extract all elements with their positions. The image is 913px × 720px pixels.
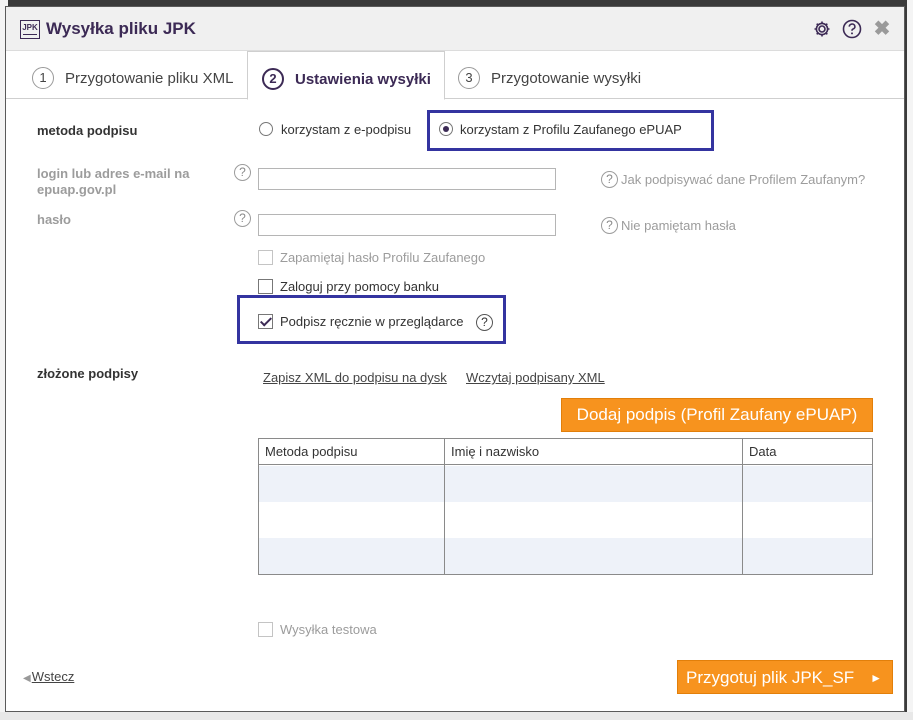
table-row xyxy=(259,538,872,574)
password-help-icon[interactable]: ? xyxy=(234,210,251,227)
back-link[interactable]: ◀Wstecz xyxy=(23,669,74,684)
table-row xyxy=(259,466,872,502)
close-icon[interactable]: ✖ xyxy=(872,19,892,39)
signatures-table: Metoda podpisu Imię i nazwisko Data xyxy=(258,438,873,575)
dialog-title: Wysyłka pliku JPK xyxy=(46,19,196,38)
help-icon[interactable] xyxy=(842,19,862,39)
sign-in-browser-help-icon[interactable]: ? xyxy=(476,314,493,331)
add-signature-button[interactable]: Dodaj podpis (Profil Zaufany ePUAP) xyxy=(561,398,873,432)
sign-in-browser-checkbox[interactable] xyxy=(258,314,273,329)
save-xml-link[interactable]: Zapisz XML do podpisu na dysk xyxy=(263,370,447,385)
arrow-right-icon: ► xyxy=(870,671,882,685)
password-input[interactable] xyxy=(258,214,556,236)
tab-label: Przygotowanie wysyłki xyxy=(491,70,642,87)
remember-password-label: Zapamiętaj hasło Profilu Zaufanego xyxy=(280,250,486,265)
forgot-password-link[interactable]: Nie pamiętam hasła xyxy=(621,218,736,233)
forgot-password-icon[interactable]: ? xyxy=(601,217,618,234)
prepare-jpk-button[interactable]: Przygotuj plik JPK_SF ► xyxy=(677,660,893,694)
column-divider xyxy=(742,439,743,574)
wizard-tabs: 1 Przygotowanie pliku XML 2 Ustawienia w… xyxy=(6,51,904,100)
tab-label: Ustawienia wysyłki xyxy=(295,71,431,88)
radio-trusted-profile[interactable] xyxy=(439,122,453,136)
login-help-icon[interactable]: ? xyxy=(234,164,251,181)
load-signed-xml-link[interactable]: Wczytaj podpisany XML xyxy=(466,370,605,385)
signature-method-label: metoda podpisu xyxy=(37,123,138,138)
dialog-titlebar: JPK Wysyłka pliku JPK ✖ xyxy=(6,7,904,51)
tab-number: 2 xyxy=(262,68,284,90)
profile-help-link[interactable]: Jak podpisywać dane Profilem Zaufanym? xyxy=(621,172,865,187)
bank-login-label[interactable]: Zaloguj przy pomocy banku xyxy=(280,279,439,294)
table-header: Metoda podpisu Imię i nazwisko Data xyxy=(259,439,872,465)
tab-number: 3 xyxy=(458,67,480,89)
radio-e-signature[interactable] xyxy=(259,122,273,136)
column-divider xyxy=(444,439,445,574)
background-right xyxy=(907,0,913,720)
password-label: hasło xyxy=(37,212,71,227)
test-send-label: Wysyłka testowa xyxy=(280,622,377,637)
jpk-logo-icon: JPK xyxy=(20,20,40,39)
profile-help-icon[interactable]: ? xyxy=(601,171,618,188)
radio-trusted-profile-label[interactable]: korzystam z Profilu Zaufanego ePUAP xyxy=(460,122,682,137)
back-arrow-icon: ◀ xyxy=(23,673,31,684)
prepare-jpk-label: Przygotuj plik JPK_SF xyxy=(686,668,855,687)
column-header: Metoda podpisu xyxy=(265,444,358,459)
tab-send-settings[interactable]: 2 Ustawienia wysyłki xyxy=(247,51,445,100)
radio-e-signature-label[interactable]: korzystam z e-podpisu xyxy=(281,122,411,137)
tab-prepare-xml[interactable]: 1 Przygotowanie pliku XML xyxy=(32,51,242,99)
column-header: Data xyxy=(749,444,777,459)
send-jpk-dialog: JPK Wysyłka pliku JPK ✖ 1 Przygotowanie … xyxy=(5,6,905,712)
signatures-label: złożone podpisy xyxy=(37,366,139,381)
tab-label: Przygotowanie pliku XML xyxy=(65,70,234,87)
login-label: login lub adres e-mail na epuap.gov.pl xyxy=(37,166,190,197)
tab-prepare-send[interactable]: 3 Przygotowanie wysyłki xyxy=(458,51,668,99)
column-header: Imię i nazwisko xyxy=(451,444,540,459)
bank-login-checkbox[interactable] xyxy=(258,279,273,294)
gear-icon[interactable] xyxy=(812,19,832,39)
tab-number: 1 xyxy=(32,67,54,89)
test-send-checkbox[interactable] xyxy=(258,622,273,637)
login-input[interactable] xyxy=(258,168,556,190)
sign-in-browser-label[interactable]: Podpisz ręcznie w przeglądarce xyxy=(280,314,464,329)
table-row xyxy=(259,502,872,538)
background-bottom xyxy=(0,712,913,720)
remember-password-checkbox[interactable] xyxy=(258,250,273,265)
